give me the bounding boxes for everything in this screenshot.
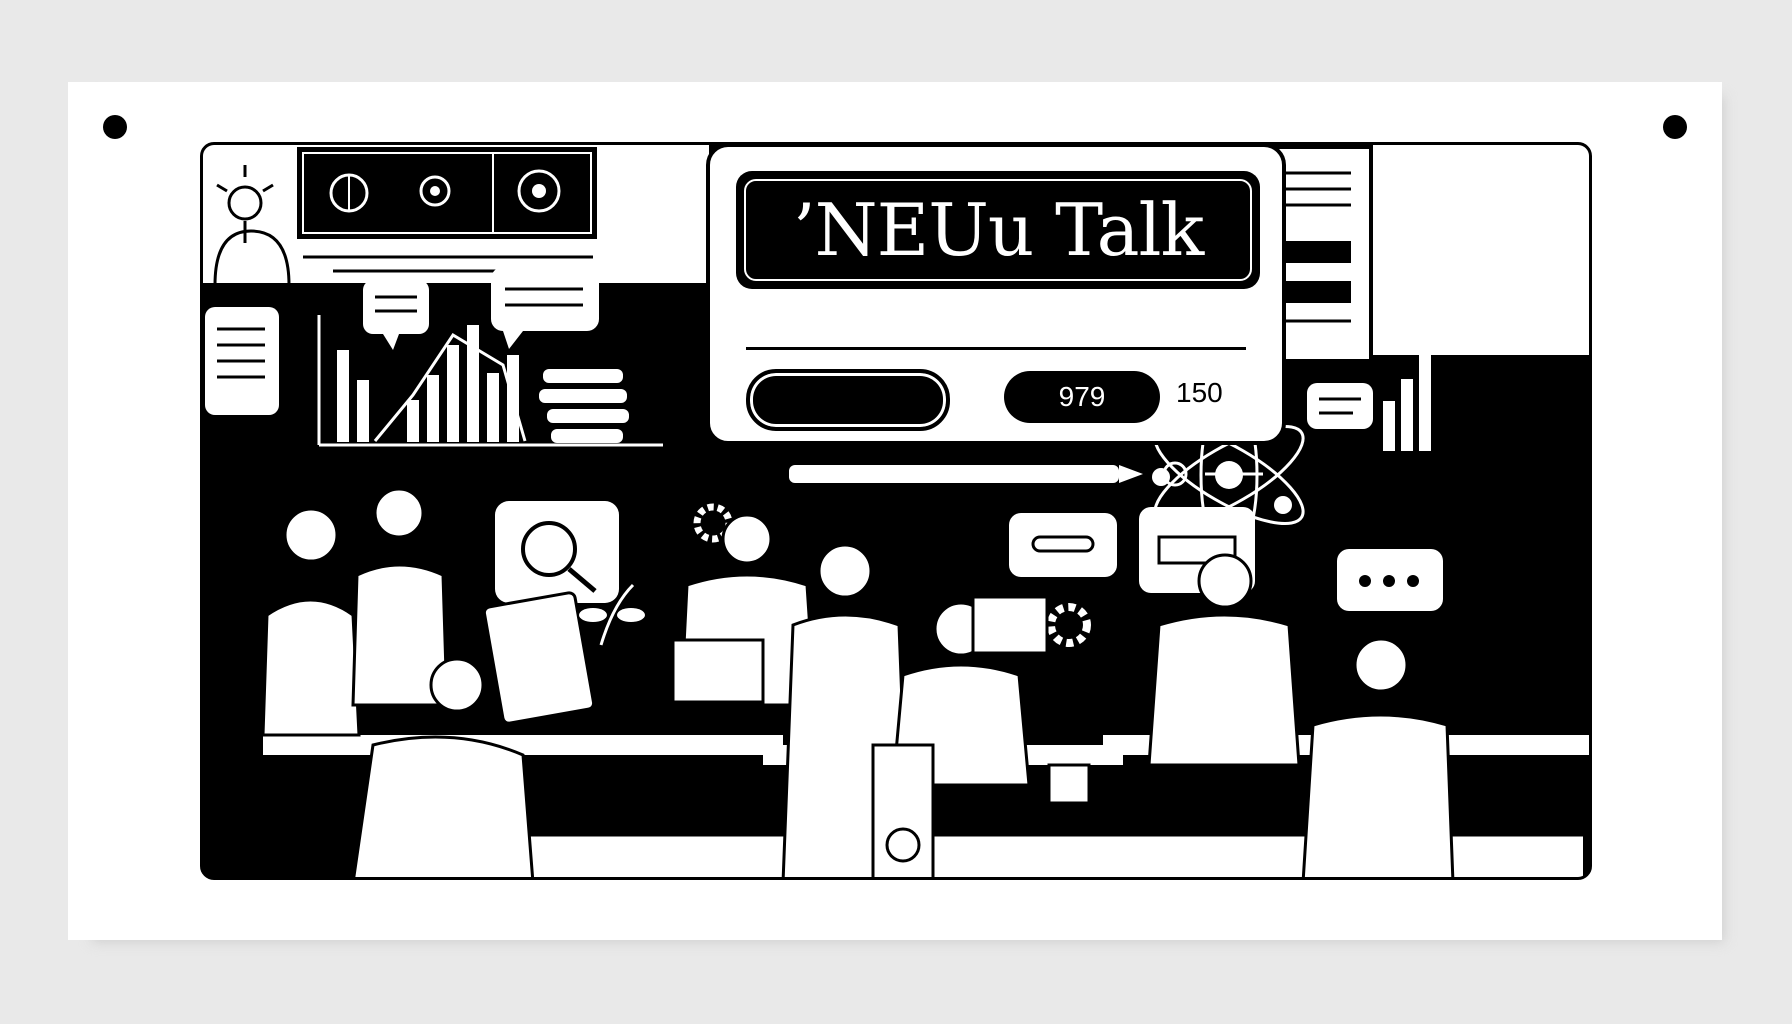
counter-pill: 979: [1004, 371, 1160, 423]
document-icon: [205, 307, 279, 415]
title-banner: ’NEUu Talk: [736, 171, 1260, 289]
person-figure: [261, 487, 1455, 877]
pin-right: [1663, 115, 1687, 139]
blank-pill: [746, 369, 950, 431]
monitor-panel: [297, 147, 597, 239]
pin-left: [103, 115, 127, 139]
counter-secondary: 150: [1176, 377, 1223, 408]
page-title: ’NEUu Talk: [792, 188, 1204, 272]
title-panel: ’NEUu Talk 979 150: [706, 143, 1286, 445]
divider-line: [746, 347, 1246, 350]
pencil-icon: [789, 461, 1188, 487]
books-icon: [539, 369, 629, 443]
